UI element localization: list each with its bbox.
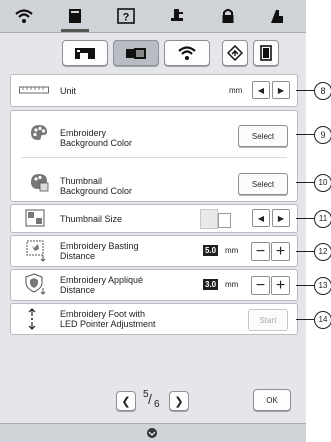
callout-line-10 [296, 182, 314, 183]
triangle-right-icon: ▶ [277, 213, 285, 223]
thumbnail-size-prev-button[interactable]: ◀ [252, 209, 270, 227]
callout-13: 13 [314, 277, 331, 295]
basting-label-line2: Distance [60, 251, 96, 261]
page-prev-button[interactable]: ❮ [116, 391, 136, 411]
tab-lock[interactable] [210, 4, 246, 28]
callout-9: 9 [314, 126, 331, 144]
callout-8: 8 [314, 82, 331, 100]
basting-icon [26, 240, 46, 262]
page-icon [69, 9, 81, 23]
tab-general[interactable] [57, 4, 93, 32]
presser-foot-icon [171, 9, 183, 21]
chevron-left-icon: ❮ [121, 395, 131, 408]
thumbnail-size-label: Thumbnail Size [60, 214, 123, 224]
diamond-arrow-icon [227, 45, 243, 61]
color-settings-panel: Embroidery Background Color Select Thumb… [10, 110, 298, 202]
unit-next-button[interactable]: ▶ [272, 81, 290, 99]
callout-12: 12 [314, 243, 331, 261]
chevron-right-icon: ❯ [174, 395, 184, 408]
triangle-right-icon: ▶ [277, 85, 285, 95]
settings-transfer-button[interactable] [222, 40, 248, 66]
bg-color-label-line1: Embroidery [60, 128, 107, 138]
applique-distance-row: Embroidery Appliqué Distance 3.0 mm − + [10, 269, 298, 301]
tab-wireless[interactable] [6, 4, 42, 28]
embroidery-machine-icon [126, 48, 146, 59]
unit-row: Unit mm ◀ ▶ [10, 74, 298, 107]
basting-distance-row: Embroidery Basting Distance 5.0 mm − + [10, 235, 298, 267]
unit-prev-button[interactable]: ◀ [252, 81, 270, 99]
callout-line-13 [296, 285, 314, 286]
applique-value: 3.0 [203, 279, 219, 290]
page-indicator: 5 / 6 [139, 389, 165, 411]
bg-color-label-line2: Background Color [60, 138, 133, 148]
tab-help[interactable]: ? [108, 4, 144, 28]
needle-mode-icon [271, 10, 283, 23]
sewing-machine-icon [75, 48, 95, 59]
bg-color-select-button[interactable]: Select [238, 125, 288, 147]
wifi-icon [15, 9, 33, 23]
applique-unit: mm [225, 280, 239, 289]
applique-plus-button[interactable]: + [271, 276, 290, 295]
thumbnail-size-preview-large [200, 209, 218, 229]
lock-icon [222, 9, 234, 23]
basting-value: 5.0 [203, 245, 219, 256]
top-toolbar: ? [0, 0, 306, 33]
page-slash: / [148, 391, 152, 407]
basting-plus-button[interactable]: + [271, 242, 290, 261]
callout-11: 11 [314, 210, 331, 228]
led-label-line2: LED Pointer Adjustment [60, 319, 156, 329]
thumbnail-palette-icon [31, 174, 49, 192]
basting-unit: mm [225, 246, 239, 255]
settings-screen: ? Unit mm ◀ ▶ Embroidery Background Colo… [0, 0, 306, 442]
callout-line-11 [296, 218, 314, 219]
ruler-icon [19, 86, 49, 94]
page-total: 6 [154, 399, 160, 410]
applique-minus-button[interactable]: − [251, 276, 270, 295]
thumbnail-size-next-button[interactable]: ▶ [272, 209, 290, 227]
led-start-button[interactable]: Start [248, 309, 288, 331]
tab-presser-foot[interactable] [159, 4, 195, 28]
thumb-color-select-button[interactable]: Select [238, 173, 288, 195]
thumb-color-label-line2: Background Color [60, 186, 133, 196]
led-pointer-row: Embroidery Foot with LED Pointer Adjustm… [10, 303, 298, 335]
palette-icon [31, 125, 47, 140]
applique-icon [25, 273, 46, 295]
network-mode-button[interactable] [164, 40, 210, 66]
callout-line-12 [296, 251, 314, 252]
unit-label: Unit [60, 86, 77, 96]
frame-icon [260, 45, 272, 61]
callout-10: 10 [314, 174, 331, 192]
wifi-icon [178, 46, 196, 60]
embroidery-mode-button[interactable] [113, 40, 159, 66]
basting-label-line1: Embroidery Basting [60, 241, 139, 251]
bottom-bar [0, 423, 306, 442]
triangle-left-icon: ◀ [257, 213, 265, 223]
thumbnail-size-row: Thumbnail Size ◀ ▶ [10, 204, 298, 233]
mode-toolbar [0, 36, 306, 70]
thumbnail-size-preview-small [218, 213, 231, 228]
frame-button[interactable] [253, 40, 279, 66]
led-label-line1: Embroidery Foot with [60, 309, 146, 319]
panel-divider [21, 157, 287, 158]
help-icon: ? [117, 8, 135, 24]
tab-needle-mode[interactable] [259, 4, 295, 28]
status-dot-icon [147, 428, 157, 438]
page-next-button[interactable]: ❯ [169, 391, 189, 411]
svg-text:?: ? [123, 12, 130, 24]
thumb-color-label-line1: Thumbnail [60, 176, 103, 186]
sewing-mode-button[interactable] [62, 40, 108, 66]
callout-14: 14 [314, 311, 331, 329]
unit-value: mm [229, 86, 243, 95]
applique-label-line1: Embroidery Appliqué [60, 275, 144, 285]
callout-line-9 [296, 134, 314, 135]
triangle-left-icon: ◀ [257, 85, 265, 95]
thumbnail-size-icon [25, 209, 45, 227]
applique-label-line2: Distance [60, 285, 96, 295]
callout-line-8 [296, 90, 314, 91]
ok-button[interactable]: OK [253, 389, 291, 411]
callout-line-14 [296, 319, 314, 320]
vertical-arrows-icon [28, 308, 36, 330]
basting-minus-button[interactable]: − [251, 242, 270, 261]
